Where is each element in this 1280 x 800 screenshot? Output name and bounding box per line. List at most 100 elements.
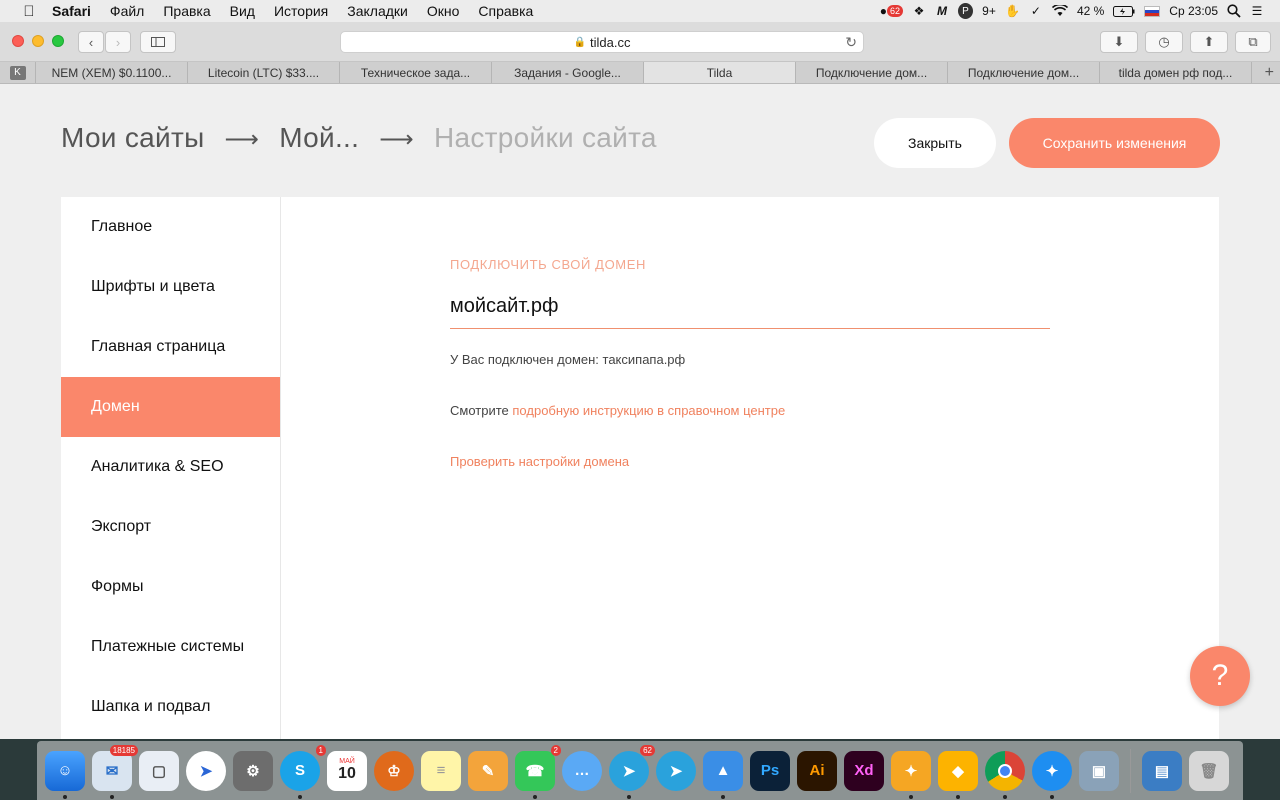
menu-history[interactable]: История <box>274 3 328 19</box>
skype-badge: 1 <box>315 744 326 756</box>
sidebar-toggle-icon[interactable] <box>140 31 176 53</box>
photoshop-label: Ps <box>760 762 780 779</box>
image-capture-icon[interactable]: ▣ <box>1079 750 1119 791</box>
p-icon[interactable]: P <box>957 3 973 19</box>
reload-icon[interactable]: ↻ <box>845 34 857 51</box>
menu-app-name[interactable]: Safari <box>52 3 91 19</box>
messages-icon[interactable]: … <box>562 750 602 791</box>
flag-icon[interactable] <box>1144 3 1161 19</box>
wifi-icon[interactable] <box>1051 3 1068 19</box>
system-preferences-icon[interactable]: ⚙ <box>233 750 273 791</box>
menu-window[interactable]: Окно <box>427 3 460 19</box>
settings-panel: Главное Шрифты и цвета Главная страница … <box>61 197 1219 739</box>
skype-icon[interactable]: S1 <box>280 744 326 799</box>
location-app-icon[interactable]: ➤ <box>186 750 226 791</box>
spotlight-icon[interactable] <box>1227 3 1241 19</box>
breadcrumb-my-sites[interactable]: Мои сайты <box>61 122 205 154</box>
check-domain-settings-link[interactable]: Проверить настройки домена <box>450 454 629 469</box>
status-area: ● 62 ❖ M P 9+ ✋ ✓ 42 % Ср 23:05 ☰ <box>880 0 1280 22</box>
clock[interactable]: Ср 23:05 <box>1169 3 1218 19</box>
address-url: tilda.cc <box>589 34 631 50</box>
pages-icon[interactable]: ✎ <box>468 750 508 791</box>
back-button[interactable]: ‹ <box>78 31 104 53</box>
instruction-line: Смотрите подробную инструкцию в справочн… <box>450 403 785 418</box>
breadcrumb-arrow-icon: ⟶ <box>224 126 260 153</box>
instruction-link[interactable]: подробную инструкцию в справочном центре <box>512 403 785 418</box>
window-close-button[interactable] <box>12 35 24 47</box>
sidebar-item-analytics-seo[interactable]: Аналитика & SEO <box>61 437 280 497</box>
battery-percent[interactable]: 42 % <box>1077 3 1104 19</box>
pinned-tab[interactable]: K <box>0 62 36 83</box>
sidebar-item-home-page[interactable]: Главная страница <box>61 317 280 377</box>
downloads-icon[interactable]: ⬇ <box>1100 31 1138 53</box>
sidebar-item-payment-systems[interactable]: Платежные системы <box>61 617 280 677</box>
tab-tilda-domain-rf[interactable]: tilda домен рф под... <box>1100 62 1252 83</box>
lock-icon: 🔒 <box>573 36 586 48</box>
sketch-icon[interactable]: ◆ <box>938 750 978 799</box>
sidebar-item-domain[interactable]: Домен <box>61 377 280 437</box>
lion-app-icon[interactable]: ♔ <box>374 750 414 791</box>
illustrator-icon[interactable]: Ai <box>797 750 837 791</box>
apple-menu-icon[interactable]:  <box>18 3 40 20</box>
menu-bar:  Safari Файл Правка Вид История Закладк… <box>0 0 1280 22</box>
tab-tilda[interactable]: Tilda <box>644 62 796 83</box>
tab-google-tasks[interactable]: Задания - Google... <box>492 62 644 83</box>
tab-nem[interactable]: NEM (XEM) $0.1100... <box>36 62 188 83</box>
calendar-icon[interactable]: МАЙ 10 <box>327 750 367 791</box>
sidebar-item-fonts-colors[interactable]: Шрифты и цвета <box>61 257 280 317</box>
sidebar-item-forms[interactable]: Формы <box>61 557 280 617</box>
battery-icon[interactable] <box>1113 3 1135 19</box>
close-button[interactable]: Закрыть <box>874 118 996 168</box>
tab-bar: K NEM (XEM) $0.1100... Litecoin (LTC) $3… <box>0 62 1280 84</box>
script-m-icon[interactable]: M <box>935 3 949 19</box>
safari-icon[interactable]: ✦ <box>1032 750 1072 799</box>
tab-litecoin[interactable]: Litecoin (LTC) $33.... <box>188 62 340 83</box>
sidebar-item-header-footer[interactable]: Шапка и подвал <box>61 677 280 737</box>
tab-domain-connect-2[interactable]: Подключение дом... <box>948 62 1100 83</box>
notification-count[interactable]: 9+ <box>982 3 996 19</box>
tab-domain-connect-1[interactable]: Подключение дом... <box>796 62 948 83</box>
breadcrumb-arrow-icon: ⟶ <box>379 126 414 153</box>
checkmark-icon[interactable]: ✓ <box>1029 3 1043 19</box>
mail-bird-icon[interactable]: ✉ 18185 <box>92 744 138 799</box>
xd-icon[interactable]: Xd <box>844 750 884 791</box>
breadcrumb-my-site[interactable]: Мой... <box>279 122 359 154</box>
window-maximize-button[interactable] <box>52 35 64 47</box>
sidebar-item-main[interactable]: Главное <box>61 197 280 257</box>
facetime-icon[interactable]: ☎ 2 <box>515 744 561 799</box>
sidebar-item-export[interactable]: Экспорт <box>61 497 280 557</box>
dropbox-icon[interactable]: ❖ <box>912 3 926 19</box>
window-minimize-button[interactable] <box>32 35 44 47</box>
save-changes-button[interactable]: Сохранить изменения <box>1009 118 1220 168</box>
menu-edit[interactable]: Правка <box>163 3 210 19</box>
menu-bookmarks[interactable]: Закладки <box>347 3 408 19</box>
telegram-icon[interactable]: ➤ 62 <box>609 744 655 799</box>
chrome-icon[interactable] <box>985 750 1025 799</box>
forward-button[interactable]: › <box>105 31 131 53</box>
preview-icon[interactable]: ▢ <box>139 750 179 791</box>
new-tab-button[interactable]: + <box>1252 62 1280 83</box>
tab-tech-task[interactable]: Техническое зада... <box>340 62 492 83</box>
status-app-icon[interactable]: ● 62 <box>880 3 903 19</box>
hand-icon[interactable]: ✋ <box>1005 3 1020 19</box>
menu-view[interactable]: Вид <box>230 3 255 19</box>
telegram-desktop-icon[interactable]: ➤ <box>656 750 696 791</box>
facetime-badge: 2 <box>550 744 561 756</box>
history-icon[interactable]: ◷ <box>1145 31 1183 53</box>
domain-input[interactable] <box>450 285 1050 329</box>
downloads-folder-icon[interactable]: ▤ <box>1142 750 1182 791</box>
menu-help[interactable]: Справка <box>478 3 533 19</box>
keynote-icon[interactable]: ▲ <box>703 750 743 799</box>
share-icon[interactable]: ⬆ <box>1190 31 1228 53</box>
notification-center-icon[interactable]: ☰ <box>1250 3 1264 19</box>
address-bar[interactable]: 🔒 tilda.cc ↻ <box>340 31 864 53</box>
notes-icon[interactable]: ≡ <box>421 750 461 791</box>
menu-file[interactable]: Файл <box>110 3 144 19</box>
trash-icon[interactable]: 🗑 <box>1189 750 1229 791</box>
transmit-icon[interactable]: ✦ <box>891 750 931 799</box>
help-button[interactable]: ? <box>1190 646 1250 706</box>
dock: ☺ ✉ 18185 ▢ ➤ ⚙ S1 МАЙ 10 ♔ ≡ ✎ ☎ 2 … ➤ 62 … <box>37 741 1243 800</box>
photoshop-icon[interactable]: Ps <box>750 750 790 791</box>
tab-overview-icon[interactable]: ⧉ <box>1235 31 1271 53</box>
finder-icon[interactable]: ☺ <box>45 750 85 799</box>
